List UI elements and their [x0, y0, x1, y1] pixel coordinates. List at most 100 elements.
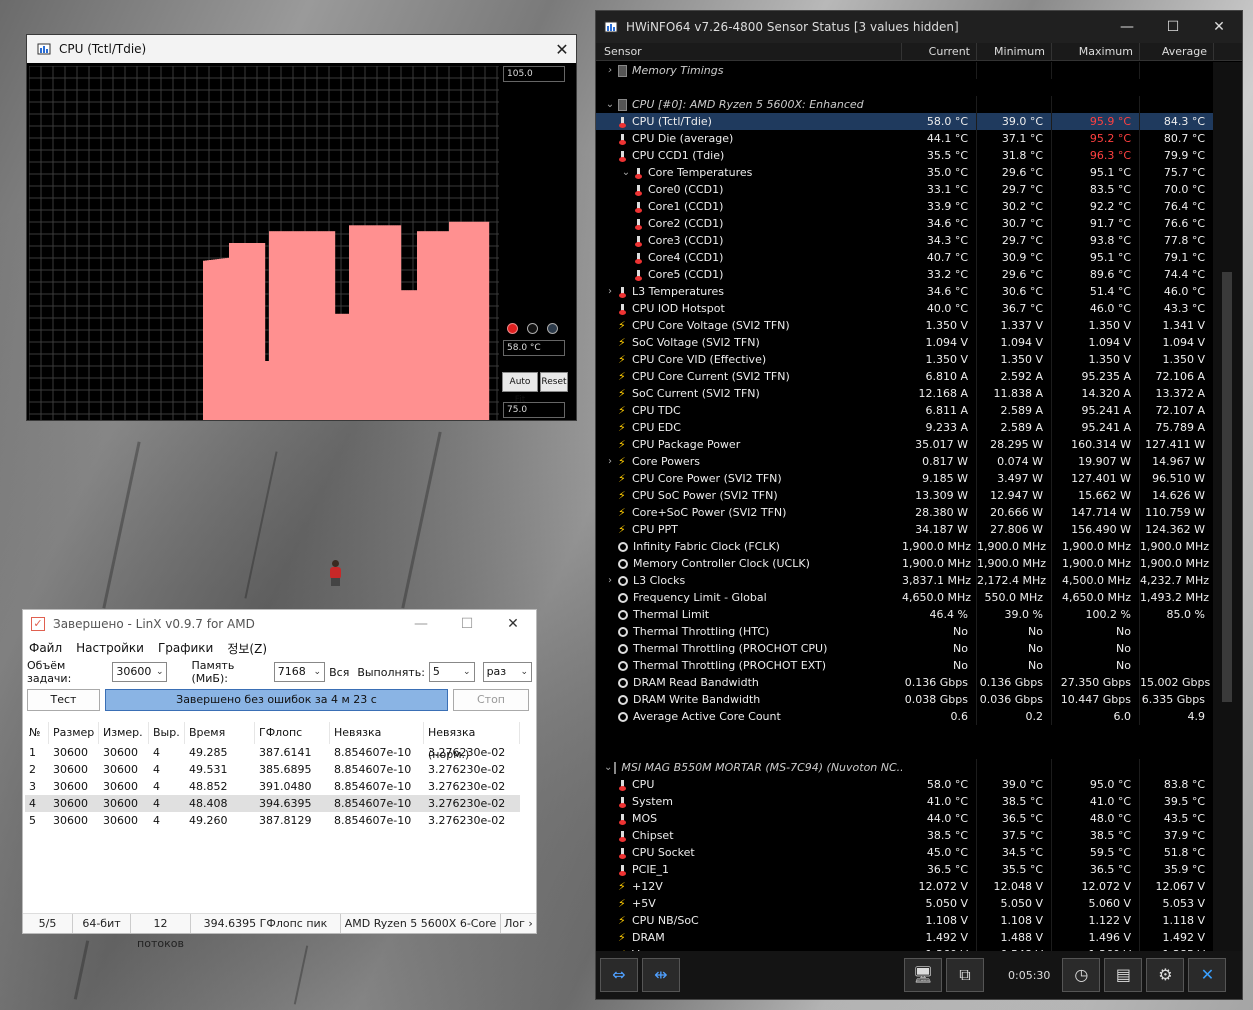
chevron-down-icon[interactable]: ⌄ — [620, 164, 632, 181]
color-dot-blue-icon[interactable] — [547, 323, 558, 334]
auto-fit-button[interactable]: Auto Fit — [502, 372, 538, 405]
sensor-row[interactable]: ⚡ CPU Core Current (SVI2 TFN) 6.810 A 2.592… — [596, 368, 1214, 385]
sensor-group[interactable]: ⌄ CPU [#0]: AMD Ryzen 5 5600X: Enhanced — [596, 96, 1214, 113]
color-dot-black-icon[interactable] — [527, 323, 538, 334]
sensor-row[interactable]: Thermal Limit 46.4 % 39.0 % 100.2 % 85.0 % — [596, 606, 1214, 623]
sensor-row[interactable]: CPU CCD1 (Tdie) 35.5 °C 31.8 °C 96.3 °C 79.9… — [596, 147, 1214, 164]
sensor-row[interactable]: CPU (Tctl/Tdie) 58.0 °C 39.0 °C 95.9 °C 84.3… — [596, 113, 1214, 130]
graph-titlebar[interactable]: CPU (Tctl/Tdie) ✕ — [27, 35, 576, 63]
sensor-row[interactable]: ⚡ Core+SoC Power (SVI2 TFN) 28.380 W 20.666… — [596, 504, 1214, 521]
sensor-row[interactable]: Core4 (CCD1) 40.7 °C 30.9 °C 95.1 °C 79.1 °C — [596, 249, 1214, 266]
close-icon[interactable]: ✕ — [1196, 19, 1242, 35]
sensor-row[interactable]: PCIE_1 36.5 °C 35.5 °C 36.5 °C 35.9 °C — [596, 861, 1214, 878]
minimize-icon[interactable]: — — [1104, 19, 1150, 35]
network-icon[interactable]: ⧉ — [946, 958, 984, 992]
col-current[interactable]: Current — [902, 43, 977, 60]
clock-icon[interactable]: ◷ — [1062, 958, 1101, 992]
linx-titlebar[interactable]: ✓ Завершено - LinX v0.9.7 for AMD — ☐ ✕ — [23, 610, 536, 638]
hwinfo-titlebar[interactable]: HWiNFO64 v7.26-4800 Sensor Status [3 val… — [596, 11, 1242, 43]
sensor-row[interactable]: Core5 (CCD1) 33.2 °C 29.6 °C 89.6 °C 74.4 °C — [596, 266, 1214, 283]
menu-graphs[interactable]: Графики — [158, 641, 213, 655]
settings-gear-icon[interactable]: ⚙ — [1146, 958, 1185, 992]
chevron-right-icon[interactable]: › — [604, 453, 616, 470]
menu-settings[interactable]: Настройки — [76, 641, 144, 655]
col-minimum[interactable]: Minimum — [977, 43, 1052, 60]
sensor-row[interactable]: ⚡ CPU Core VID (Effective) 1.350 V 1.350 V1… — [596, 351, 1214, 368]
sensor-row[interactable]: Core1 (CCD1) 33.9 °C 30.2 °C 92.2 °C 76.4 °C — [596, 198, 1214, 215]
log-button[interactable]: Лог › — [501, 914, 536, 933]
sensor-row[interactable]: CPU IOD Hotspot 40.0 °C 36.7 °C 46.0 °C 43.3… — [596, 300, 1214, 317]
sensor-row[interactable]: ⚡ CPU NB/SoC 1.108 V 1.108 V 1.122 V 1.118 V — [596, 912, 1214, 929]
report-icon[interactable]: ▤ — [1104, 958, 1143, 992]
sensor-row[interactable]: Infinity Fabric Clock (FCLK) 1,900.0 MHz 1… — [596, 538, 1214, 555]
sensor-row[interactable]: ⚡ CPU Package Power 35.017 W 28.295 W 160.31… — [596, 436, 1214, 453]
menu-file[interactable]: Файл — [29, 641, 62, 655]
sensor-row[interactable]: ⚡ +12V 12.072 V 12.048 V 12.072 V 12.067 V — [596, 878, 1214, 895]
sensor-row[interactable]: ⚡ CPU Core Voltage (SVI2 TFN) 1.350 V 1.337… — [596, 317, 1214, 334]
sensor-row[interactable]: CPU Die (average) 44.1 °C 37.1 °C 95.2 °C 80… — [596, 130, 1214, 147]
sensor-row[interactable]: ⚡ SoC Current (SVI2 TFN) 12.168 A 11.838 A1… — [596, 385, 1214, 402]
sensor-row[interactable]: CPU Socket 45.0 °C 34.5 °C 59.5 °C 51.8 °C — [596, 844, 1214, 861]
sensor-row[interactable]: Core3 (CCD1) 34.3 °C 29.7 °C 93.8 °C 77.8 °C — [596, 232, 1214, 249]
sensor-row[interactable]: Chipset 38.5 °C 37.5 °C 38.5 °C 37.9 °C — [596, 827, 1214, 844]
col-maximum[interactable]: Maximum — [1052, 43, 1140, 60]
sensor-row[interactable]: Average Active Core Count 0.6 0.2 6.0 4.9 — [596, 708, 1214, 725]
sensor-row[interactable]: ⚡ CPU Core Power (SVI2 TFN) 9.185 W 3.497 W… — [596, 470, 1214, 487]
graph-min-field[interactable]: 75.0 — [503, 402, 565, 418]
sensor-row[interactable]: ⌄ Core Temperatures 35.0 °C 29.6 °C 95.1 °C 7… — [596, 164, 1214, 181]
sensor-row[interactable]: ⚡ SoC Voltage (SVI2 TFN) 1.094 V 1.094 V 1.0… — [596, 334, 1214, 351]
test-button[interactable]: Тест — [27, 689, 100, 711]
sensor-row[interactable]: CPU 58.0 °C 39.0 °C 95.0 °C 83.8 °C — [596, 776, 1214, 793]
sensor-scrollbar[interactable] — [1213, 62, 1242, 952]
stop-button[interactable]: Стоп — [453, 689, 529, 711]
minimize-icon[interactable]: — — [398, 616, 444, 632]
close-x-icon[interactable]: ✕ — [1188, 958, 1227, 992]
scrollbar-thumb[interactable] — [1222, 272, 1232, 702]
sensor-row[interactable]: ⚡ +5V 5.050 V 5.050 V 5.060 V 5.053 V — [596, 895, 1214, 912]
sensor-row[interactable]: DRAM Read Bandwidth 0.136 Gbps 0.136 Gbps 2… — [596, 674, 1214, 691]
sensor-row[interactable]: Core2 (CCD1) 34.6 °C 30.7 °C 91.7 °C 76.6 °C — [596, 215, 1214, 232]
sensor-row[interactable]: Thermal Throttling (HTC) No No No — [596, 623, 1214, 640]
table-row[interactable]: 3 30600 30600 4 48.852 391.0480 8.854607e-10 3.… — [25, 778, 520, 795]
sensor-row[interactable]: ⚡ CPU PPT 34.187 W 27.806 W 156.490 W 124.362… — [596, 521, 1214, 538]
sensor-row[interactable]: ⚡ DRAM 1.492 V 1.488 V 1.496 V 1.492 V — [596, 929, 1214, 946]
sensor-row[interactable]: › ⚡ Core Powers 0.817 W 0.074 W 19.907 W 14.96… — [596, 453, 1214, 470]
monitor-icon[interactable]: 🖥 — [904, 958, 942, 992]
problem-size-combo[interactable]: 30600 ⌄ — [112, 662, 168, 682]
color-dot-red-icon[interactable] — [507, 323, 518, 334]
sensor-row[interactable]: ⚡ CPU EDC 9.233 A 2.589 A 95.241 A 75.789 A — [596, 419, 1214, 436]
sensor-group[interactable]: ⌄ MSI MAG B550M MORTAR (MS-7C94) (Nuvoton… — [596, 759, 1214, 776]
sensor-row[interactable]: Thermal Throttling (PROCHOT EXT) No No No — [596, 657, 1214, 674]
table-row[interactable]: 2 30600 30600 4 49.531 385.6895 8.854607e-10 3.… — [25, 761, 520, 778]
sensor-row[interactable]: Memory Controller Clock (UCLK) 1,900.0 MH… — [596, 555, 1214, 572]
memory-combo[interactable]: 7168 ⌄ — [273, 662, 326, 682]
sensor-row[interactable]: Frequency Limit - Global 4,650.0 MHz 550.0… — [596, 589, 1214, 606]
sensor-row[interactable]: System 41.0 °C 38.5 °C 41.0 °C 39.5 °C — [596, 793, 1214, 810]
run-count-combo[interactable]: 5 ⌄ — [428, 662, 475, 682]
menu-info[interactable]: 정보(Z) — [227, 640, 267, 657]
sensor-row[interactable]: MOS 44.0 °C 36.5 °C 48.0 °C 43.5 °C — [596, 810, 1214, 827]
table-row[interactable]: 1 30600 30600 4 49.285 387.6141 8.854607e-10 3.… — [25, 744, 520, 761]
chevron-down-icon[interactable]: ⌄ — [604, 96, 616, 113]
all-label[interactable]: Вся — [329, 666, 349, 679]
col-sensor[interactable]: Sensor — [596, 43, 902, 60]
sensor-row[interactable]: › L3 Temperatures 34.6 °C 30.6 °C 51.4 °C 46.… — [596, 283, 1214, 300]
chevron-right-icon[interactable]: › — [604, 283, 616, 300]
arrows-expand-icon[interactable]: ⇔ — [600, 958, 638, 992]
sensor-group[interactable]: › Memory Timings — [596, 62, 1214, 79]
chevron-right-icon[interactable]: › — [604, 572, 616, 589]
table-row[interactable]: 4 30600 30600 4 48.408 394.6395 8.854607e-10 3.… — [25, 795, 520, 812]
hwinfo-window[interactable]: HWiNFO64 v7.26-4800 Sensor Status [3 val… — [595, 10, 1243, 1000]
sensor-row[interactable]: Thermal Throttling (PROCHOT CPU) No No No — [596, 640, 1214, 657]
close-icon[interactable]: ✕ — [490, 616, 536, 632]
maximize-icon[interactable]: ☐ — [1150, 19, 1196, 35]
sensor-row[interactable]: Core0 (CCD1) 33.1 °C 29.7 °C 83.5 °C 70.0 °C — [596, 181, 1214, 198]
table-row[interactable]: 5 30600 30600 4 49.260 387.8129 8.854607e-10 3.… — [25, 812, 520, 829]
sensor-row[interactable]: ⚡ CPU TDC 6.811 A 2.589 A 95.241 A 72.107 A — [596, 402, 1214, 419]
sensor-row[interactable]: DRAM Write Bandwidth 0.038 Gbps 0.036 Gbps… — [596, 691, 1214, 708]
sensor-row[interactable]: › L3 Clocks 3,837.1 MHz 2,172.4 MHz 4,500.0 … — [596, 572, 1214, 589]
maximize-icon[interactable]: ☐ — [444, 616, 490, 632]
sensor-graph-window[interactable]: CPU (Tctl/Tdie) ✕ 105.0 58.0 °C Auto Fit… — [26, 34, 577, 421]
run-unit-combo[interactable]: раз ⌄ — [482, 662, 532, 682]
chevron-right-icon[interactable]: › — [604, 62, 616, 79]
